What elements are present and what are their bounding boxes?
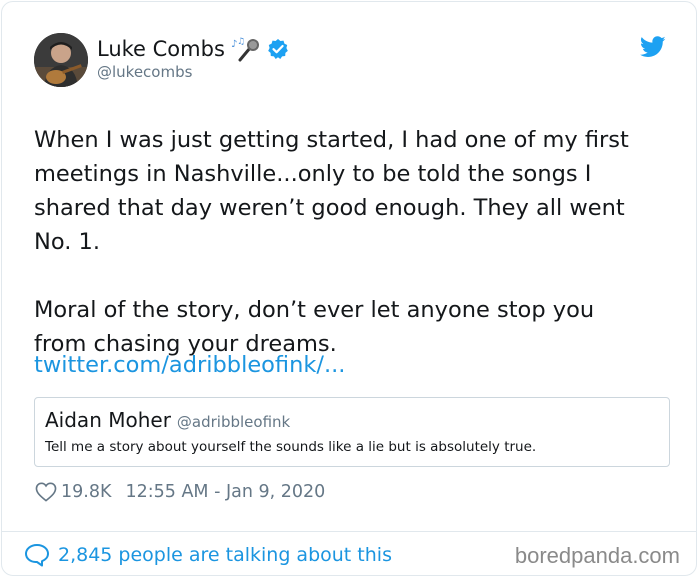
quoted-tweet[interactable]: Aidan Moher @adribbleofink Tell me a sto… [34,397,670,467]
verified-badge-icon [267,38,289,60]
tweet-meta: 19.8K 12:55 AM - Jan 9, 2020 [35,482,325,502]
tweet-card: Luke Combs ♪ ♫ @lukecombs When I was jus… [1,1,697,576]
footer-divider [2,531,696,532]
author-handle[interactable]: @lukecombs [97,63,192,81]
tweet-quoted-link[interactable]: twitter.com/adribbleofink/... [34,352,345,378]
speech-bubble-icon [24,543,50,567]
heart-icon[interactable] [35,482,57,502]
microphone-emoji-icon: ♪ ♫ [231,36,261,62]
quoted-author-name: Aidan Moher [45,408,171,432]
twitter-bird-icon[interactable] [639,36,666,58]
tweet-body-text: When I was just getting started, I had o… [34,127,629,357]
talking-about-text: 2,845 people are talking about this [58,544,392,566]
quoted-author-handle: @adribbleofink [176,413,291,431]
svg-text:♫: ♫ [237,37,245,47]
quoted-tweet-text: Tell me a story about yourself the sound… [45,439,537,455]
tweet-timestamp[interactable]: 12:55 AM - Jan 9, 2020 [125,482,325,502]
like-count[interactable]: 19.8K [61,482,111,502]
talking-about-link[interactable]: 2,845 people are talking about this [24,543,392,567]
watermark-text: boredpanda.com [514,543,680,568]
author-display-name[interactable]: Luke Combs [97,37,225,61]
quoted-author-row: Aidan Moher @adribbleofink [45,408,290,432]
author-name-row: Luke Combs ♪ ♫ [97,36,289,62]
avatar[interactable] [34,33,88,87]
